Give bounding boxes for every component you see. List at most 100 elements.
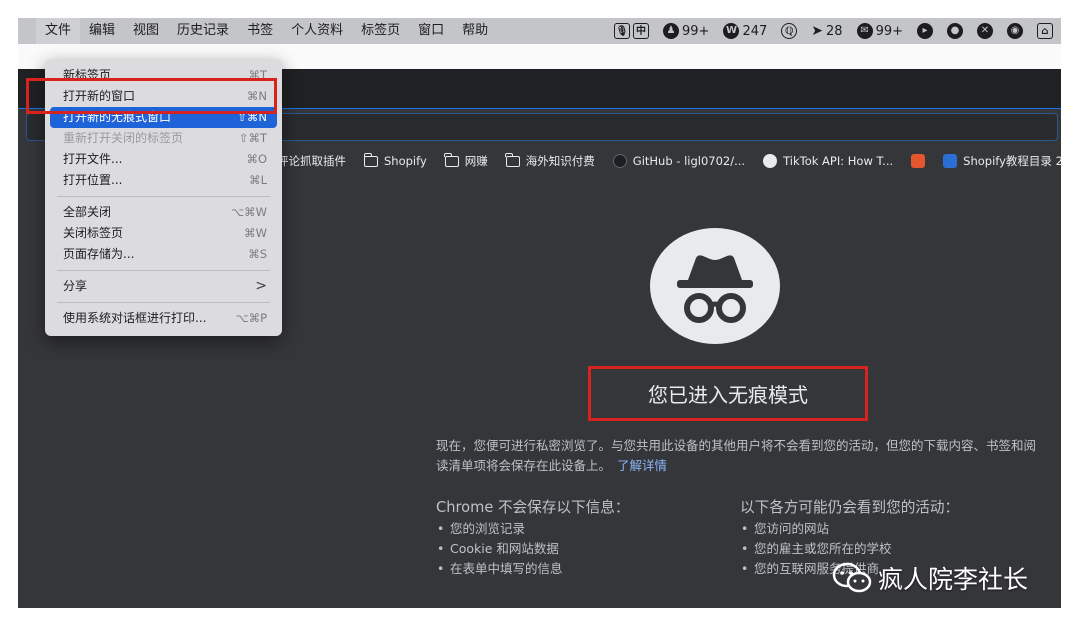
annotation-box-title xyxy=(588,366,868,421)
bookmark-item[interactable]: Shopify教程目录 2... xyxy=(943,153,1061,169)
menu-help[interactable]: 帮助 xyxy=(453,18,497,44)
menu-item-shortcut: ⌥⌘P xyxy=(235,311,267,325)
bookmark-label: Shopify教程目录 2... xyxy=(963,154,1061,168)
wechat-count: 99+ xyxy=(875,23,903,39)
menu-item-open-file[interactable]: 打开文件... ⌘O xyxy=(50,149,277,170)
bookmark-folder[interactable]: Shopify xyxy=(363,152,427,168)
tray-qq[interactable]: ♟ 99+ xyxy=(663,23,709,39)
ime-icon: 中 xyxy=(633,23,650,39)
menu-item-close-all[interactable]: 全部关闭 ⌥⌘W xyxy=(50,202,277,223)
not-saved-section: Chrome 不会保存以下信息： 您的浏览记录 Cookie 和网站数据 在表单… xyxy=(436,498,629,579)
menu-item-reopen-closed-tab: 重新打开关闭的标签页 ⇧⌘T xyxy=(50,128,277,149)
bookmark-folder[interactable]: 海外知识付费 xyxy=(505,152,595,169)
menubar: 文件 编辑 视图 历史记录 书签 个人资料 标签页 窗口 帮助 🎙 中 ♟ 99… xyxy=(18,18,1061,44)
bookmark-label: TikTok API: How T... xyxy=(783,154,894,168)
tray-search[interactable]: ℚ xyxy=(781,23,798,39)
menu-item-label: 关闭标签页 xyxy=(63,226,124,240)
app-icon-4[interactable]: ◉ xyxy=(1007,23,1023,39)
menu-divider xyxy=(57,302,270,303)
menu-item-share[interactable]: 分享 > xyxy=(50,276,277,297)
bookmark-label: GitHub - ligl0702/... xyxy=(632,154,746,168)
folder-icon xyxy=(505,152,520,167)
bookmark-item[interactable]: GitHub - ligl0702/... xyxy=(612,154,746,168)
menu-profile[interactable]: 个人资料 xyxy=(282,18,352,44)
qq-icon: ♟ xyxy=(663,23,680,39)
doc-icon xyxy=(943,154,958,168)
menu-item-shortcut: ⌘W xyxy=(244,226,267,240)
menu-item-shortcut: ⌥⌘W xyxy=(230,205,267,219)
app-icon-5[interactable]: ⌂ xyxy=(1037,23,1053,39)
weibo-icon: W xyxy=(723,23,740,39)
telegram-count: 28 xyxy=(826,23,843,39)
folder-icon xyxy=(444,152,459,167)
orange-site-icon xyxy=(911,154,926,168)
menu-edit[interactable]: 编辑 xyxy=(80,18,124,44)
wechat-icon: ✉ xyxy=(856,23,873,39)
learn-more-link[interactable]: 了解详情 xyxy=(617,458,667,473)
tray-wechat[interactable]: ✉ 99+ xyxy=(856,23,903,39)
menu-item-print-system-dialog[interactable]: 使用系统对话框进行打印... ⌥⌘P xyxy=(50,308,277,329)
menu-window[interactable]: 窗口 xyxy=(409,18,453,44)
incognito-icon xyxy=(650,228,780,344)
bookmark-folder[interactable]: 网赚 xyxy=(444,152,488,169)
menu-tabs[interactable]: 标签页 xyxy=(352,18,409,44)
tray-mic[interactable]: 🎙 中 xyxy=(614,23,650,39)
tiktok-api-icon xyxy=(763,154,778,168)
app-icon-2[interactable]: ● xyxy=(947,23,963,39)
watermark-text: 疯人院李社长 xyxy=(878,565,1029,594)
tray-weibo[interactable]: W 247 xyxy=(723,23,767,39)
tray-telegram[interactable]: ➤ 28 xyxy=(811,23,842,39)
search-app-icon: ℚ xyxy=(781,23,798,39)
bookmark-label: 海外知识付费 xyxy=(525,154,595,168)
bookmark-label: 评论抓取插件 xyxy=(277,154,346,168)
screen: 文件 编辑 视图 历史记录 书签 个人资料 标签页 窗口 帮助 🎙 中 ♟ 99… xyxy=(18,18,1061,608)
list-item: 您访问的网站 xyxy=(740,519,959,539)
apple-menu-icon[interactable] xyxy=(18,18,36,44)
menu-item-shortcut: ⌘O xyxy=(246,152,267,166)
app-icon-3[interactable]: ✕ xyxy=(977,23,993,39)
bookmark-label: 网赚 xyxy=(464,154,488,168)
bookmark-label: Shopify xyxy=(384,154,427,168)
microphone-icon: 🎙 xyxy=(614,23,631,39)
bookmark-item[interactable]: TikTok API: How T... xyxy=(763,154,893,168)
menu-divider xyxy=(57,270,270,271)
list-item: 您的雇主或您所在的学校 xyxy=(740,539,959,559)
github-icon xyxy=(612,154,627,168)
description-text: 现在，您便可进行私密浏览了。与您共用此设备的其他用户将不会看到您的活动，但您的下… xyxy=(436,438,1037,473)
menu-item-shortcut: ⌘L xyxy=(249,173,267,187)
bookmarks-bar: 评论抓取插件 Shopify 网赚 海外知识付费 GitHub - ligl07… xyxy=(258,151,1061,171)
menu-divider xyxy=(57,196,270,197)
chevron-right-icon: > xyxy=(255,278,267,294)
section-heading: Chrome 不会保存以下信息： xyxy=(436,499,630,516)
menu-item-label: 分享 xyxy=(63,279,88,293)
menu-history[interactable]: 历史记录 xyxy=(168,18,238,44)
menu-item-save-page[interactable]: 页面存储为... ⌘S xyxy=(50,244,277,265)
menu-item-close-tab[interactable]: 关闭标签页 ⌘W xyxy=(50,223,277,244)
wechat-watermark-icon xyxy=(832,562,872,594)
list-item: 在表单中填写的信息 xyxy=(436,559,629,579)
menu-item-open-location[interactable]: 打开位置... ⌘L xyxy=(50,170,277,191)
weibo-count: 247 xyxy=(742,23,768,39)
menu-item-shortcut: ⌘S xyxy=(248,247,267,261)
bookmark-item[interactable] xyxy=(911,154,926,168)
menu-item-label: 全部关闭 xyxy=(63,205,112,219)
menu-item-label: 使用系统对话框进行打印... xyxy=(63,311,207,325)
qq-count: 99+ xyxy=(682,23,710,39)
section-heading: 以下各方可能仍会看到您的活动： xyxy=(740,499,960,516)
list-item: 您的浏览记录 xyxy=(436,519,629,539)
annotation-box-menu xyxy=(26,78,277,114)
menu-item-label: 打开文件... xyxy=(63,152,123,166)
menu-file[interactable]: 文件 xyxy=(36,18,81,44)
app-icon-1[interactable]: ▸ xyxy=(917,23,933,39)
menu-item-shortcut: ⇧⌘T xyxy=(238,131,267,145)
menu-bookmarks[interactable]: 书签 xyxy=(238,18,282,44)
menu-item-label: 页面存储为... xyxy=(63,247,135,261)
menu-view[interactable]: 视图 xyxy=(124,18,168,44)
folder-icon xyxy=(363,152,378,167)
telegram-icon: ➤ xyxy=(811,23,824,39)
watermark: 疯人院李社长 xyxy=(832,558,1028,598)
menu-item-label: 重新打开关闭的标签页 xyxy=(63,131,184,145)
list-item: Cookie 和网站数据 xyxy=(436,539,629,559)
menu-item-label: 打开位置... xyxy=(63,173,123,187)
status-tray: 🎙 中 ♟ 99+ W 247 ℚ ➤ 28 ✉ 99+ ▸ ● ✕ ◉ ⌂ xyxy=(614,18,1053,44)
